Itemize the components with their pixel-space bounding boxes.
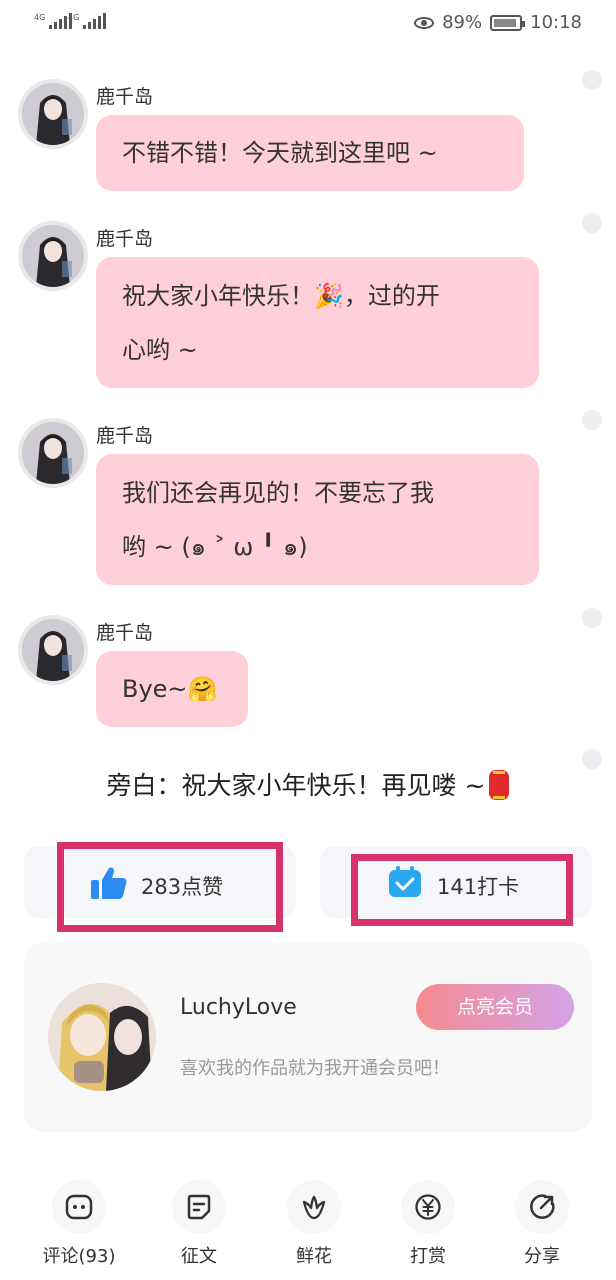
tab-label: 分享 — [524, 1246, 560, 1267]
battery-icon — [490, 14, 526, 31]
sender-name: 鹿千岛 — [96, 86, 154, 108]
reward-icon — [401, 1180, 455, 1234]
scroll-dot — [582, 213, 602, 233]
message-bubble[interactable]: Bye~🤗 — [96, 651, 248, 727]
signal-2-icon: 4G — [68, 13, 107, 29]
message-bubble[interactable]: 我们还会再见的！不要忘了我 哟 ~ (๑ ˃ ω ╹ ๑) — [96, 454, 539, 585]
tab-reward[interactable]: 打赏 — [378, 1180, 478, 1268]
member-slogan: 喜欢我的作品就为我开通会员吧！ — [180, 1058, 450, 1079]
tab-label: 评论(93) — [42, 1246, 116, 1267]
comment-icon — [52, 1180, 106, 1234]
like-count[interactable]: 283点赞 — [141, 871, 223, 901]
sender-name: 鹿千岛 — [96, 622, 154, 644]
message-text-line: 我们还会再见的！不要忘了我 — [122, 479, 434, 507]
message-text-line: 哟 ~ (๑ ˃ ω ╹ ๑) — [122, 533, 308, 561]
message-bubble[interactable]: 祝大家小年快乐！🎉，过的开 心哟 ~ — [96, 257, 539, 388]
message-bubble[interactable]: 不错不错！今天就到这里吧 ~ — [96, 115, 524, 191]
sender-avatar[interactable] — [18, 221, 88, 291]
flower-icon — [287, 1180, 341, 1234]
status-bar: 4G 4G 89% 10:18 — [0, 0, 616, 46]
sender-name: 鹿千岛 — [96, 228, 154, 250]
eye-comfort-icon — [414, 16, 435, 29]
signal-1-icon: 4G — [34, 13, 73, 29]
scroll-dot — [582, 608, 602, 628]
sender-avatar[interactable] — [18, 79, 88, 149]
author-avatar[interactable] — [48, 983, 156, 1091]
tab-comment[interactable]: 评论(93) — [29, 1180, 129, 1268]
scroll-dot — [582, 70, 602, 90]
narration-text: 旁白：祝大家小年快乐！再见喽 ~ — [0, 766, 616, 802]
author-name[interactable]: LuchyLove — [180, 995, 297, 1020]
checkin-count[interactable]: 141打卡 — [437, 871, 519, 901]
thumbs-up-icon[interactable] — [90, 866, 128, 900]
activate-vip-button[interactable]: 点亮会员 — [416, 984, 574, 1030]
message-text-line: 心哟 ~ — [122, 336, 198, 364]
tab-label: 征文 — [181, 1246, 217, 1267]
message-text-line: 祝大家小年快乐！🎉，过的开 — [122, 282, 440, 310]
clock: 10:18 — [530, 12, 582, 33]
tab-share[interactable]: 分享 — [492, 1180, 592, 1268]
sender-avatar[interactable] — [18, 418, 88, 488]
lantern-icon — [489, 770, 510, 800]
sender-name: 鹿千岛 — [96, 425, 154, 447]
calendar-check-icon[interactable] — [388, 866, 422, 898]
tab-label: 鲜花 — [296, 1246, 332, 1267]
narration-label: 旁白：祝大家小年快乐！再见喽 ~ — [106, 771, 486, 800]
network-type-label: 4G — [34, 13, 46, 22]
sender-avatar[interactable] — [18, 615, 88, 685]
share-icon — [515, 1180, 569, 1234]
essay-icon — [172, 1180, 226, 1234]
network-type-label: 4G — [68, 13, 80, 22]
tab-label: 打赏 — [410, 1246, 446, 1267]
message-text: 不错不错！今天就到这里吧 ~ — [122, 139, 438, 167]
tab-essay[interactable]: 征文 — [149, 1180, 249, 1268]
scroll-dot — [582, 410, 602, 430]
message-text: Bye~🤗 — [122, 675, 218, 703]
battery-percent: 89% — [442, 12, 483, 33]
member-card: LuchyLove 喜欢我的作品就为我开通会员吧！ 点亮会员 — [24, 942, 592, 1132]
tab-flower[interactable]: 鲜花 — [264, 1180, 364, 1268]
